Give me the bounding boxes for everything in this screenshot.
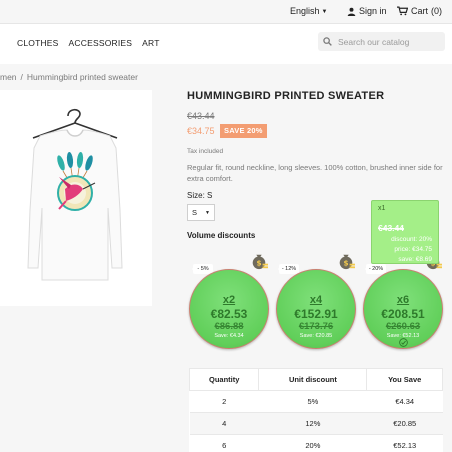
site-header: CLOTHES ACCESSORIES ART Search our catal… [0, 24, 452, 64]
tier-quantity: x4 [309, 294, 323, 306]
column-header-unit-discount: Unit discount [258, 368, 368, 391]
svg-text:$: $ [343, 259, 348, 268]
tier-old-price: €173.76 [298, 321, 334, 332]
nav-item-accessories[interactable]: ACCESSORIES [69, 38, 133, 48]
caret-down-icon: ▼ [321, 9, 328, 15]
current-price: €34.75 [187, 126, 215, 136]
tier-price: €152.91 [294, 307, 338, 321]
volume-tier-x2[interactable]: x2 €82.53 €86.88 Save: €4.34 [189, 269, 269, 349]
column-header-quantity: Quantity [188, 368, 260, 391]
product-title: HUMMINGBIRD PRINTED SWEATER [187, 90, 385, 102]
volume-tooltip: x1 €43.44 discount: 20% price: €34.75 sa… [371, 200, 439, 264]
tier-old-price: €260.63 [385, 321, 421, 332]
regular-price: €43.44 [187, 111, 215, 121]
main-nav: CLOTHES ACCESSORIES ART [17, 38, 160, 48]
table-cell: 20% [258, 434, 367, 452]
table-cell: 2 [189, 390, 259, 413]
table-row: 2 5% €4.34 [189, 390, 443, 413]
tier-savings: Save: €4.34 [214, 333, 244, 339]
check-circle-icon [399, 338, 408, 347]
table-cell: €52.13 [366, 434, 443, 452]
tier-price: €208.51 [381, 307, 425, 321]
cart-link[interactable]: Cart (0) [397, 6, 442, 16]
tooltip-save: save: €8.69 [398, 256, 432, 263]
size-label: Size: S [187, 191, 213, 200]
product-description: Regular fit, round neckline, long sleeve… [187, 163, 443, 183]
tooltip-price: price: €34.75 [394, 246, 432, 253]
breadcrumb-item-current: Hummingbird printed sweater [26, 72, 138, 82]
tier-old-price: €86.88 [214, 321, 244, 332]
size-select-value: S [192, 208, 198, 217]
table-row: 6 20% €52.13 [189, 434, 443, 452]
cart-label: Cart [411, 6, 429, 16]
cart-icon [397, 6, 408, 16]
nav-item-clothes[interactable]: CLOTHES [17, 38, 59, 48]
tier-discount-tag: - 12% [278, 264, 299, 274]
breadcrumb-item-men[interactable]: men [0, 72, 17, 82]
tooltip-quantity: x1 [378, 205, 386, 212]
tier-quantity: x2 [222, 294, 236, 306]
svg-text:$: $ [256, 259, 261, 268]
volume-tier-x6[interactable]: x6 €208.51 €260.63 Save: €52.13 [363, 269, 443, 349]
sweater-illustration [27, 108, 123, 281]
user-icon [347, 7, 356, 16]
money-bag-icon: $ [252, 254, 268, 270]
sign-in-label: Sign in [359, 6, 387, 16]
table-header-row: Quantity Unit discount You Save [188, 368, 443, 391]
caret-down-icon: ▼ [205, 209, 210, 216]
size-select[interactable]: S ▼ [187, 204, 215, 221]
table-cell: 5% [258, 390, 367, 413]
discount-badge: SAVE 20% [220, 124, 267, 138]
table-cell: 4 [189, 412, 259, 435]
search-icon [323, 37, 332, 46]
volume-discount-table: Quantity Unit discount You Save 2 5% €4.… [188, 368, 443, 452]
tooltip-old-price: €43.44 [378, 223, 404, 233]
breadcrumb-separator: / [20, 72, 23, 82]
table-cell: 6 [189, 434, 259, 452]
money-bag-icon: $ [339, 254, 355, 270]
tooltip-discount: discount: 20% [391, 236, 432, 243]
table-row: 4 12% €20.85 [189, 412, 443, 435]
top-utility-bar: English ▼ Sign in Cart (0) [0, 0, 452, 24]
tier-quantity: x6 [396, 294, 410, 306]
language-selector[interactable]: English ▼ [290, 6, 327, 16]
tier-discount-tag: - 20% [365, 264, 386, 274]
volume-discounts-title: Volume discounts [187, 231, 256, 240]
breadcrumb: men / Hummingbird printed sweater [0, 72, 138, 82]
tax-label: Tax included [187, 148, 224, 155]
table-cell: €20.85 [366, 412, 443, 435]
search-input[interactable]: Search our catalog [318, 32, 445, 51]
search-placeholder: Search our catalog [338, 36, 410, 47]
language-label: English [290, 6, 320, 16]
tier-savings: Save: €20.85 [299, 333, 333, 339]
cart-count: (0) [431, 6, 443, 16]
table-cell: 12% [258, 412, 367, 435]
product-image[interactable] [0, 90, 152, 306]
sign-in-link[interactable]: Sign in [347, 6, 387, 16]
tier-price: €82.53 [210, 307, 248, 321]
nav-item-art[interactable]: ART [142, 38, 159, 48]
table-cell: €4.34 [366, 390, 443, 413]
volume-tier-x4[interactable]: x4 €152.91 €173.76 Save: €20.85 [276, 269, 356, 349]
column-header-you-save: You Save [366, 368, 443, 391]
